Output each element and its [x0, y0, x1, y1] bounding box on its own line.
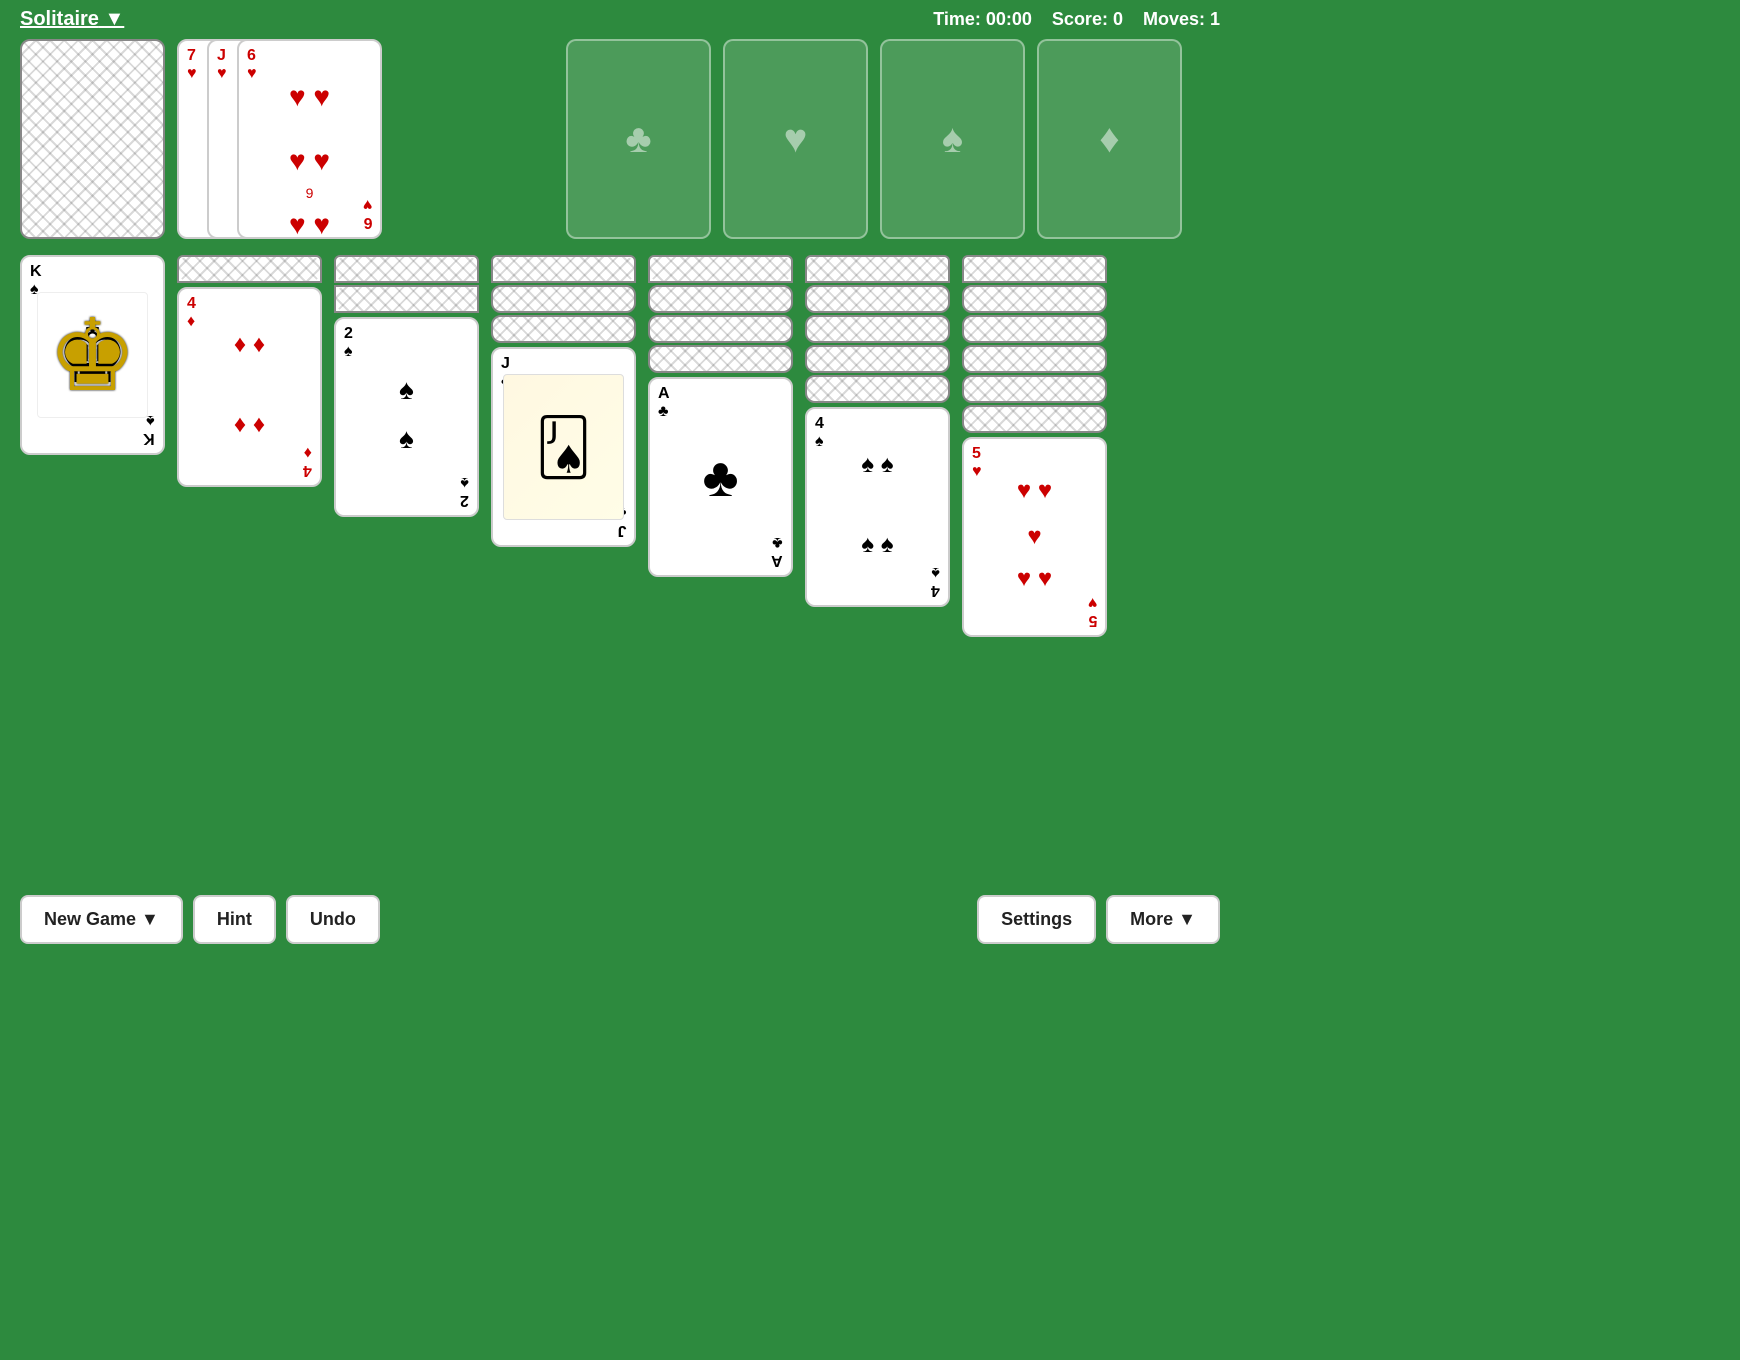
- footer: New Game ▼ Hint Undo Settings More ▼: [0, 879, 1240, 960]
- tableau: K♠ K♠ ♚ ♚ ♚ 4♦: [20, 255, 1220, 637]
- col6-fd3: [805, 315, 950, 343]
- foundation-hearts[interactable]: ♥: [723, 39, 868, 239]
- new-game-button[interactable]: New Game ▼: [20, 895, 183, 944]
- top-row: 7♥ 7♥ J♥ J♥ 6♥ 6♥ ♥ ♥♥ ♥♥ ♥ 9 ♣ ♥: [20, 39, 1220, 239]
- score: Score: 0: [1052, 9, 1123, 30]
- rank-tl: 6♥: [247, 47, 257, 82]
- waste-pile[interactable]: 7♥ 7♥ J♥ J♥ 6♥ 6♥ ♥ ♥♥ ♥♥ ♥ 9: [177, 39, 397, 239]
- game-header: Solitaire ▼ Time: 00:00 Score: 0 Moves: …: [0, 0, 1240, 39]
- col7-fd4: [962, 345, 1107, 373]
- tableau-col-6[interactable]: 4♠ 4♠ ♠ ♠ ♠ ♠: [805, 255, 950, 607]
- col6-fd5: [805, 375, 950, 403]
- tableau-col-4[interactable]: J♣ J♣ 🂫: [491, 255, 636, 547]
- foundation-spades[interactable]: ♠: [880, 39, 1025, 239]
- col3-fd2: [334, 285, 479, 313]
- stock-back-pattern: [22, 41, 163, 237]
- foundation-diamonds[interactable]: ♦: [1037, 39, 1182, 239]
- footer-right: Settings More ▼: [977, 895, 1220, 944]
- card-5h[interactable]: 5♥ 5♥ ♥ ♥ ♥ ♥ ♥: [962, 437, 1107, 637]
- foundation-clubs[interactable]: ♣: [566, 39, 711, 239]
- col5-fd3: [648, 315, 793, 343]
- tableau-col-7[interactable]: 5♥ 5♥ ♥ ♥ ♥ ♥ ♥: [962, 255, 1107, 637]
- col7-fd2: [962, 285, 1107, 313]
- moves: Moves: 1: [1143, 9, 1220, 30]
- col6-fd1: [805, 255, 950, 283]
- hint-button[interactable]: Hint: [193, 895, 276, 944]
- col7-fd6: [962, 405, 1107, 433]
- rank-tl: J♥: [217, 47, 227, 82]
- waste-card-6h[interactable]: 6♥ 6♥ ♥ ♥♥ ♥♥ ♥ 9: [237, 39, 382, 239]
- card-pips: ♥ ♥♥ ♥♥ ♥: [239, 81, 380, 239]
- undo-button[interactable]: Undo: [286, 895, 380, 944]
- col7-fd3: [962, 315, 1107, 343]
- col6-fd2: [805, 285, 950, 313]
- col2-facedown-1: [177, 255, 322, 283]
- timer: Time: 00:00: [933, 9, 1032, 30]
- tableau-col-3[interactable]: 2♠ 2♠ ♠ ♠: [334, 255, 479, 517]
- col5-fd4: [648, 345, 793, 373]
- footer-left: New Game ▼ Hint Undo: [20, 895, 380, 944]
- card-4s[interactable]: 4♠ 4♠ ♠ ♠ ♠ ♠: [805, 407, 950, 607]
- col6-fd4: [805, 345, 950, 373]
- tableau-col-2[interactable]: 4♦ 4♦ ♦ ♦ ♦ ♦: [177, 255, 322, 487]
- card-2s[interactable]: 2♠ 2♠ ♠ ♠: [334, 317, 479, 517]
- col4-fd3: [491, 315, 636, 343]
- tableau-col-1[interactable]: K♠ K♠ ♚ ♚ ♚: [20, 255, 165, 455]
- game-title[interactable]: Solitaire ▼: [20, 8, 124, 31]
- card-ks[interactable]: K♠ K♠ ♚ ♚ ♚: [20, 255, 165, 455]
- col4-fd1: [491, 255, 636, 283]
- stock-pile[interactable]: [20, 39, 165, 239]
- col5-fd2: [648, 285, 793, 313]
- tableau-col-5[interactable]: A♣ A♣ ♣: [648, 255, 793, 577]
- more-button[interactable]: More ▼: [1106, 895, 1220, 944]
- card-ac[interactable]: A♣ A♣ ♣: [648, 377, 793, 577]
- header-stats: Time: 00:00 Score: 0 Moves: 1: [933, 9, 1220, 30]
- col7-fd5: [962, 375, 1107, 403]
- col7-fd1: [962, 255, 1107, 283]
- card-jc[interactable]: J♣ J♣ 🂫: [491, 347, 636, 547]
- col3-fd1: [334, 255, 479, 283]
- rank-tl: 7♥: [187, 47, 197, 82]
- card-4d[interactable]: 4♦ 4♦ ♦ ♦ ♦ ♦: [177, 287, 322, 487]
- game-area: 7♥ 7♥ J♥ J♥ 6♥ 6♥ ♥ ♥♥ ♥♥ ♥ 9 ♣ ♥: [0, 39, 1240, 637]
- col5-fd1: [648, 255, 793, 283]
- col4-fd2: [491, 285, 636, 313]
- settings-button[interactable]: Settings: [977, 895, 1096, 944]
